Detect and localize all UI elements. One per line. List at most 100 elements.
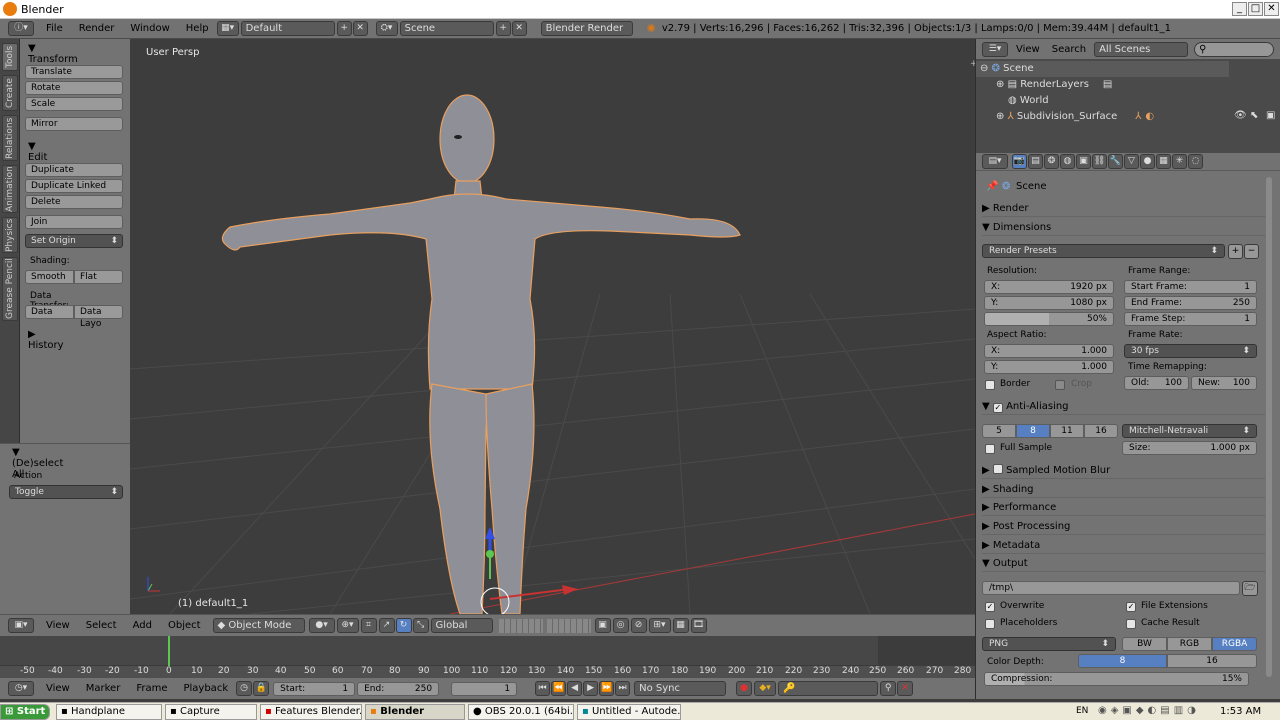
editor-type-icon[interactable]: ⓘ▾ [8, 21, 34, 36]
add-menu[interactable]: Add [125, 620, 160, 631]
data-context-icon[interactable]: ▽ [1124, 154, 1139, 169]
aa-samples-16[interactable]: 16 [1084, 424, 1118, 438]
manipulator-toggle-icon[interactable]: ⌗ [360, 618, 377, 633]
start-frame-field[interactable]: Start: 1 [273, 681, 356, 696]
outliner-row-renderlayers[interactable]: ⊕ ▤ RenderLayers ▤ [976, 77, 1229, 93]
color-mode-rgba[interactable]: RGBA [1212, 637, 1257, 651]
timeline-clock-icon[interactable]: ◷ [236, 681, 253, 696]
sync-mode-select[interactable]: No Sync [634, 681, 727, 696]
renderlayer-context-icon[interactable]: ▤ [1028, 154, 1043, 169]
pivot-point-icon[interactable]: ⊕▾ [336, 618, 359, 633]
remove-scene-icon[interactable]: ✕ [511, 21, 527, 36]
texture-context-icon[interactable]: ▦ [1156, 154, 1171, 169]
renderable-camera-icon[interactable]: ▣ [1266, 110, 1275, 121]
rotate-button[interactable]: Rotate [25, 81, 123, 95]
timeline-area[interactable] [0, 636, 975, 666]
outliner-view-menu[interactable]: View [1008, 44, 1048, 55]
modifiers-context-icon[interactable]: 🔧 [1108, 154, 1123, 169]
menu-render[interactable]: Render [71, 23, 123, 34]
color-mode-bw[interactable]: BW [1122, 637, 1167, 651]
layer-lock-icon[interactable]: ▣ [594, 618, 611, 633]
keying-set-field[interactable]: 🔑 [778, 681, 879, 696]
scene-icon[interactable]: ⛭▾ [375, 21, 398, 36]
properties-scrollbar[interactable] [1266, 177, 1272, 677]
tab-physics[interactable]: Physics [2, 217, 18, 253]
smooth-button[interactable]: Smooth [25, 270, 74, 284]
current-frame-field[interactable]: 1 [451, 681, 518, 696]
start-frame-property[interactable]: Start Frame: 1 [1124, 280, 1257, 294]
menu-file[interactable]: File [38, 23, 71, 34]
metadata-panel-header[interactable]: ▶ Metadata [982, 538, 1265, 554]
output-path-field[interactable]: /tmp\ [982, 581, 1240, 595]
constraints-context-icon[interactable]: ⛓ [1092, 154, 1107, 169]
anti-aliasing-panel-header[interactable]: ▼ ✓ Anti-Aliasing [982, 399, 1265, 415]
file-extensions-checkbox[interactable]: ✓ [1126, 602, 1136, 612]
outliner-search-menu[interactable]: Search [1048, 44, 1090, 55]
history-panel-header[interactable]: ▶ History [28, 329, 64, 351]
full-sample-checkbox[interactable] [985, 444, 995, 454]
time-remap-old-field[interactable]: Old: 100 [1124, 376, 1189, 390]
outliner-row-scene[interactable]: ⊖ ❂ Scene [976, 61, 1229, 77]
layout-grid-icon[interactable]: ▦▾ [216, 21, 239, 36]
minimize-icon[interactable]: _ [1232, 2, 1247, 16]
scene-context-icon[interactable]: ❂ [1044, 154, 1059, 169]
rotate-manipulator-icon[interactable]: ↻ [395, 618, 412, 633]
aa-filter-dropdown[interactable]: Mitchell-Netravali ⬍ [1122, 424, 1257, 438]
outliner-filter-select[interactable]: All Scenes [1094, 41, 1189, 57]
task-features-blender[interactable]: ▪ Features Blender... [260, 703, 362, 720]
material-context-icon[interactable]: ● [1140, 154, 1155, 169]
start-button[interactable]: ⊞ Start [0, 703, 50, 720]
output-panel-header[interactable]: ▼ Output [982, 556, 1265, 572]
resolution-percentage-slider[interactable]: 50% [984, 312, 1114, 326]
jump-keyframe-back-icon[interactable]: ⏪ [551, 681, 567, 696]
task-handplane[interactable]: ▪ Handplane [56, 703, 162, 720]
shading-panel-header[interactable]: ▶ Shading [982, 482, 1265, 498]
color-mode-rgb[interactable]: RGB [1167, 637, 1212, 651]
layout-select[interactable]: Default [240, 21, 335, 36]
jump-keyframe-forward-icon[interactable]: ⏩ [599, 681, 615, 696]
aa-samples-5[interactable]: 5 [982, 424, 1016, 438]
folder-icon[interactable]: 🗁 [1242, 581, 1258, 596]
layers-group-2[interactable] [546, 618, 591, 633]
object-context-icon[interactable]: ▣ [1076, 154, 1091, 169]
pin-icon[interactable]: 📌 [986, 181, 998, 192]
timeline-editor-type-icon[interactable]: ◷▾ [8, 681, 34, 696]
preview-range-lock-icon[interactable]: 🔒 [253, 681, 270, 696]
tab-relations[interactable]: Relations [2, 115, 18, 161]
viewport-shading-icon[interactable]: ●▾ [308, 618, 335, 633]
current-frame-marker[interactable] [168, 636, 170, 666]
remove-layout-icon[interactable]: ✕ [352, 21, 368, 36]
outliner-search-input[interactable]: ⚲ [1194, 41, 1275, 57]
character-mesh[interactable] [221, 94, 741, 614]
task-autodesk[interactable]: ▪ Untitled - Autode... [577, 703, 681, 720]
cache-result-checkbox[interactable] [1126, 619, 1136, 629]
mode-select[interactable]: ◆ Object Mode [212, 618, 305, 633]
snap-element-icon[interactable]: ⊞▾ [648, 618, 671, 633]
time-remap-new-field[interactable]: New: 100 [1191, 376, 1257, 390]
tab-animation[interactable]: Animation [2, 165, 18, 213]
render-panel-header[interactable]: ▶ Render [982, 201, 1265, 217]
end-frame-field[interactable]: End: 250 [357, 681, 440, 696]
render-engine-select[interactable]: Blender Render [540, 21, 633, 36]
add-scene-icon[interactable]: + [495, 21, 511, 36]
selectable-cursor-icon[interactable]: ⬉ [1250, 110, 1258, 121]
aspect-y-field[interactable]: Y: 1.000 [984, 360, 1114, 374]
duplicate-button[interactable]: Duplicate [25, 163, 123, 177]
visibility-eye-icon[interactable]: 👁 [1234, 110, 1247, 121]
menu-window[interactable]: Window [122, 23, 177, 34]
tab-grease-pencil[interactable]: Grease Pencil [2, 257, 18, 321]
motion-blur-panel-header[interactable]: ▶ Sampled Motion Blur [982, 463, 1265, 479]
jump-end-icon[interactable]: ⏭ [615, 681, 631, 696]
placeholders-checkbox[interactable] [985, 619, 995, 629]
aa-samples-8[interactable]: 8 [1016, 424, 1050, 438]
keying-set-icon[interactable]: ◆▾ [754, 681, 777, 696]
task-blender[interactable]: ▪ Blender [365, 703, 465, 720]
menu-help[interactable]: Help [178, 23, 217, 34]
aspect-x-field[interactable]: X: 1.000 [984, 344, 1114, 358]
outliner-row-subdivision-surface[interactable]: ⊕ ⅄ Subdivision_Surface ⅄ ◐ [976, 109, 1229, 125]
color-depth-8[interactable]: 8 [1078, 654, 1167, 668]
3d-viewport[interactable]: User Persp (1) default1_1 + [130, 39, 975, 614]
timeline-playback-menu[interactable]: Playback [175, 683, 236, 694]
physics-context-icon[interactable]: ◌ [1188, 154, 1203, 169]
opengl-anim-icon[interactable]: 🎞 [690, 618, 707, 633]
